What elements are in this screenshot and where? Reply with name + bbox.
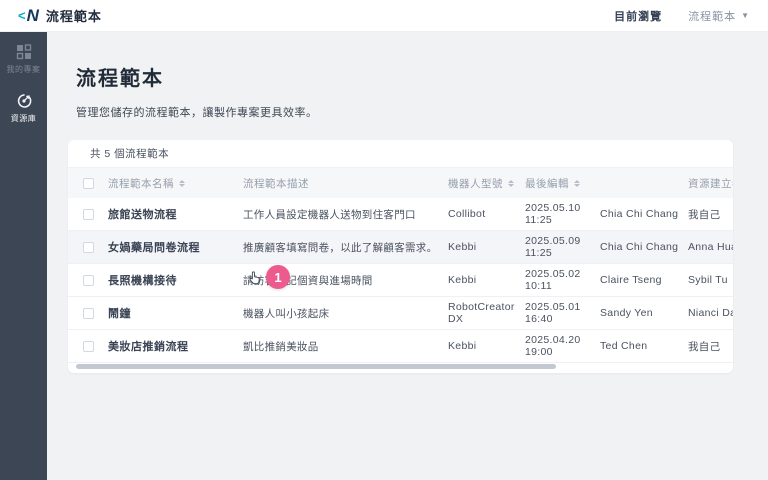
last-edited: 2025.05.02 10:11 [525, 268, 600, 292]
table-header-row: 流程範本名稱 流程範本描述 機器人型號 最後編輯 資源建立者 [68, 168, 733, 198]
column-header-description: 流程範本描述 [243, 176, 448, 191]
table-row[interactable]: 旅館送物流程 工作人員設定機器人送物到住客門口 Collibot 2025.05… [68, 198, 733, 231]
step-badge: 1 [266, 265, 290, 289]
sort-icon[interactable] [179, 180, 185, 187]
editor-name: Ted Chen [600, 340, 688, 352]
horizontal-scrollbar-thumb[interactable] [76, 364, 556, 369]
template-name[interactable]: 旅館送物流程 [108, 206, 243, 222]
creator-name: 我自己 [688, 339, 733, 354]
table-row[interactable]: 女媧藥局問卷流程 推廣顧客填寫問卷，以此了解顧客需求。 Kebbi 2025.0… [68, 231, 733, 264]
template-dropdown[interactable]: 流程範本 ▼ [688, 8, 750, 24]
editor-name: Claire Tseng [600, 274, 688, 286]
app-logo: <N 流程範本 [18, 6, 102, 25]
column-header-name[interactable]: 流程範本名稱 [108, 176, 243, 191]
last-edited: 2025.04.20 19:00 [525, 334, 600, 358]
editor-name: Chia Chi Chang [600, 241, 688, 253]
row-checkbox[interactable] [83, 308, 94, 319]
sidebar-item-my-projects[interactable]: 我的專案 [0, 44, 47, 75]
nuwa-logo-icon: <N [18, 7, 39, 24]
last-edited: 2025.05.01 16:40 [525, 301, 600, 325]
projects-grid-icon [16, 44, 32, 60]
template-count-summary: 共 5 個流程範本 [68, 140, 733, 168]
template-table-card: 共 5 個流程範本 流程範本名稱 流程範本描述 機器人型號 最後編輯 [68, 140, 733, 373]
row-checkbox[interactable] [83, 275, 94, 286]
template-description: 推廣顧客填寫問卷，以此了解顧客需求。 [243, 240, 448, 255]
template-name[interactable]: 鬧鐘 [108, 305, 243, 321]
last-edited: 2025.05.10 11:25 [525, 202, 600, 226]
template-name[interactable]: 女媧藥局問卷流程 [108, 239, 243, 255]
template-description: 工作人員設定機器人送物到住客門口 [243, 207, 448, 222]
sort-icon[interactable] [508, 180, 514, 187]
app-title: 流程範本 [46, 6, 102, 25]
hand-pointer-icon [246, 269, 263, 286]
sidebar-item-label: 我的專案 [7, 64, 41, 75]
row-checkbox[interactable] [83, 209, 94, 220]
chevron-down-icon: ▼ [741, 11, 750, 20]
template-description: 機器人叫小孩起床 [243, 306, 448, 321]
sidebar: 我的專案 資源庫 [0, 32, 47, 480]
template-name[interactable]: 長照機構接待 [108, 272, 243, 288]
column-header-last-edited[interactable]: 最後編輯 [525, 176, 600, 191]
resource-target-icon [16, 93, 32, 109]
page-title: 流程範本 [76, 62, 768, 91]
robot-model: RobotCreator DX [448, 301, 525, 325]
select-all-checkbox[interactable] [83, 178, 94, 189]
template-dropdown-value: 流程範本 [688, 8, 736, 24]
editor-name: Sandy Yen [600, 307, 688, 319]
creator-name: 我自己 [688, 207, 733, 222]
editor-name: Chia Chi Chang [600, 208, 688, 220]
table-row[interactable]: 美妝店推銷流程 凱比推銷美妝品 Kebbi 2025.04.20 19:00 T… [68, 330, 733, 363]
last-edited: 2025.05.09 11:25 [525, 235, 600, 259]
horizontal-scrollbar-track[interactable] [68, 364, 733, 370]
creator-name: Nianci Dai [688, 307, 733, 319]
robot-model: Collibot [448, 208, 525, 220]
table-row[interactable]: 長照機構接待 請訪客登記個資與進場時間 Kebbi 2025.05.02 10:… [68, 264, 733, 297]
row-checkbox[interactable] [83, 242, 94, 253]
column-header-creator[interactable]: 資源建立者 [688, 176, 733, 191]
sort-icon[interactable] [574, 180, 580, 187]
table-row[interactable]: 鬧鐘 機器人叫小孩起床 RobotCreator DX 2025.05.01 1… [68, 297, 733, 330]
page-subtitle: 管理您儲存的流程範本，讓製作專案更具效率。 [76, 104, 768, 120]
current-view-label: 目前瀏覽 [614, 8, 662, 24]
template-description: 凱比推銷美妝品 [243, 339, 448, 354]
creator-name: Anna Huang [688, 241, 733, 253]
sidebar-item-resource-library[interactable]: 資源庫 [0, 93, 47, 124]
creator-name: Sybil Tu [688, 274, 733, 286]
robot-model: Kebbi [448, 340, 525, 352]
annotation-overlay: 1 [246, 265, 290, 289]
top-header: <N 流程範本 目前瀏覽 流程範本 ▼ [0, 0, 768, 32]
main-content: 流程範本 管理您儲存的流程範本，讓製作專案更具效率。 共 5 個流程範本 流程範… [47, 32, 768, 480]
sidebar-item-label: 資源庫 [11, 113, 37, 124]
column-header-robot-model[interactable]: 機器人型號 [448, 176, 525, 191]
robot-model: Kebbi [448, 241, 525, 253]
robot-model: Kebbi [448, 274, 525, 286]
template-name[interactable]: 美妝店推銷流程 [108, 338, 243, 354]
row-checkbox[interactable] [83, 341, 94, 352]
